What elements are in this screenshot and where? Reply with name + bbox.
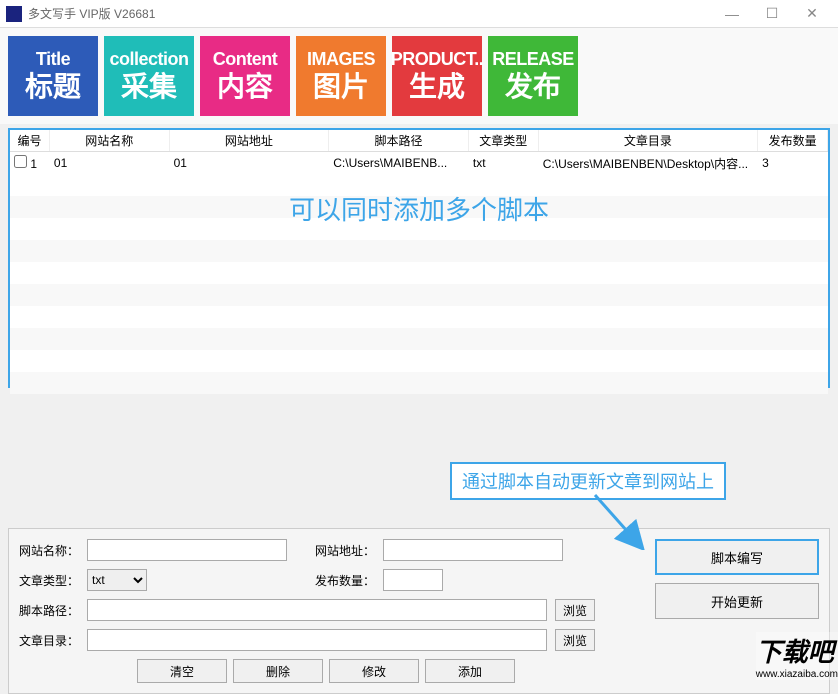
- delete-button[interactable]: 删除: [233, 659, 323, 683]
- annotation-overlay: 可以同时添加多个脚本: [10, 190, 828, 227]
- title-button[interactable]: Title标题: [8, 36, 98, 116]
- site-addr-input[interactable]: [383, 539, 563, 561]
- script-label: 脚本路径：: [19, 602, 79, 619]
- main-toolbar: Title标题 collection采集 Content内容 IMAGES图片 …: [0, 28, 838, 124]
- col-id[interactable]: 编号: [10, 130, 50, 151]
- col-script[interactable]: 脚本路径: [329, 130, 469, 151]
- close-button[interactable]: ✕: [792, 0, 832, 28]
- start-update-button[interactable]: 开始更新: [655, 583, 819, 619]
- titlebar: 多文写手 VIP版 V26681 — ☐ ✕: [0, 0, 838, 28]
- col-type[interactable]: 文章类型: [469, 130, 539, 151]
- col-count[interactable]: 发布数量: [758, 130, 828, 151]
- app-icon: [6, 6, 22, 22]
- release-button[interactable]: RELEASE发布: [488, 36, 578, 116]
- product-button[interactable]: PRODUCT..生成: [392, 36, 482, 116]
- site-addr-label: 网站地址：: [315, 542, 375, 559]
- col-name[interactable]: 网站名称: [50, 130, 170, 151]
- row-checkbox[interactable]: [14, 155, 27, 168]
- images-button[interactable]: IMAGES图片: [296, 36, 386, 116]
- collection-button[interactable]: collection采集: [104, 36, 194, 116]
- table-row[interactable]: 1 01 01 C:\Users\MAIBENB... txt C:\Users…: [10, 152, 828, 174]
- count-label: 发布数量：: [315, 572, 375, 589]
- clear-button[interactable]: 清空: [137, 659, 227, 683]
- browse-dir-button[interactable]: 浏览: [555, 629, 595, 651]
- col-dir[interactable]: 文章目录: [539, 130, 758, 151]
- script-path-input[interactable]: [87, 599, 547, 621]
- site-name-label: 网站名称：: [19, 542, 79, 559]
- script-grid: 编号 网站名称 网站地址 脚本路径 文章类型 文章目录 发布数量 1 01 01…: [8, 128, 830, 388]
- maximize-button[interactable]: ☐: [752, 0, 792, 28]
- dir-label: 文章目录：: [19, 632, 79, 649]
- window-title: 多文写手 VIP版 V26681: [28, 5, 712, 22]
- site-name-input[interactable]: [87, 539, 287, 561]
- script-edit-button[interactable]: 脚本编写: [655, 539, 819, 575]
- annotation-arrow-icon: [585, 490, 645, 550]
- article-dir-input[interactable]: [87, 629, 547, 651]
- minimize-button[interactable]: —: [712, 0, 752, 28]
- modify-button[interactable]: 修改: [329, 659, 419, 683]
- browse-script-button[interactable]: 浏览: [555, 599, 595, 621]
- content-button[interactable]: Content内容: [200, 36, 290, 116]
- add-button[interactable]: 添加: [425, 659, 515, 683]
- count-input[interactable]: [383, 569, 443, 591]
- type-select[interactable]: txt: [87, 569, 147, 591]
- type-label: 文章类型：: [19, 572, 79, 589]
- grid-header: 编号 网站名称 网站地址 脚本路径 文章类型 文章目录 发布数量: [10, 130, 828, 152]
- form-panel: 网站名称： 网站地址： 文章类型： txt 发布数量： 脚本路径： 浏览 文章目…: [8, 528, 830, 694]
- col-addr[interactable]: 网站地址: [170, 130, 330, 151]
